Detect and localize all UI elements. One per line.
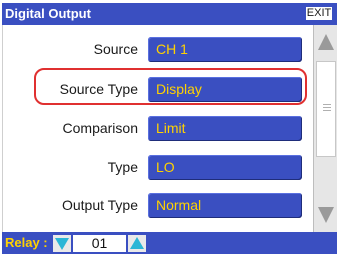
output-type-label: Output Type [61, 197, 138, 213]
source-value: CH 1 [156, 41, 188, 57]
type-field[interactable]: LO [148, 155, 302, 180]
triangle-down-icon [318, 207, 334, 223]
page-title: Digital Output [5, 6, 91, 21]
type-label: Type [107, 159, 138, 175]
digital-output-screen: Digital Output EXIT Source CH 1 Source T… [0, 0, 339, 256]
triangle-down-icon [55, 238, 69, 250]
type-value: LO [156, 159, 175, 175]
triangle-up-icon [318, 34, 334, 50]
scroll-up-button[interactable] [316, 27, 336, 55]
scrollbar-thumb[interactable] [316, 61, 336, 157]
grip-line [323, 104, 331, 105]
title-bar: Digital Output EXIT [2, 3, 337, 25]
relay-number: 01 [73, 235, 126, 252]
grip-line [323, 110, 331, 111]
relay-increment-button[interactable] [128, 235, 146, 252]
exit-button[interactable]: EXIT [305, 6, 333, 21]
settings-panel: Source CH 1 Source Type Display Comparis… [2, 25, 337, 232]
output-type-value: Normal [156, 197, 202, 213]
comparison-label: Comparison [62, 120, 138, 136]
source-field[interactable]: CH 1 [148, 37, 302, 62]
source-type-highlight [34, 68, 307, 105]
output-type-field[interactable]: Normal [148, 193, 302, 218]
source-label: Source [93, 41, 138, 57]
relay-bar: Relay : 01 [2, 232, 337, 254]
scroll-down-button[interactable] [316, 202, 336, 230]
grip-line [323, 107, 331, 108]
comparison-field[interactable]: Limit [148, 116, 302, 141]
relay-label: Relay : [5, 235, 48, 250]
scrollbar[interactable] [313, 25, 337, 232]
relay-decrement-button[interactable] [53, 235, 71, 252]
triangle-up-icon [130, 237, 144, 249]
comparison-value: Limit [156, 120, 186, 136]
